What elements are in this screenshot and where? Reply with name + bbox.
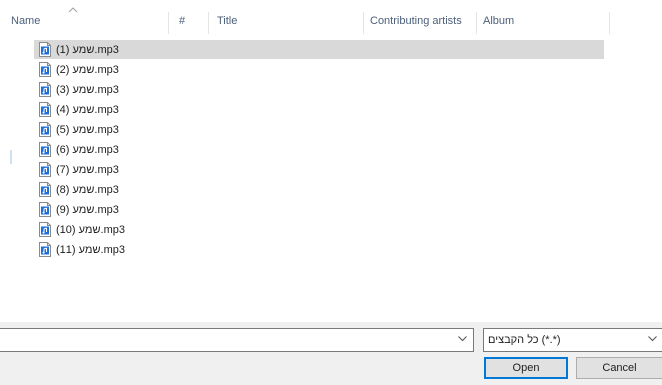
file-row[interactable]: שמע (10).mp3 [34,220,134,239]
file-name: שמע (3).mp3 [56,83,119,96]
chevron-down-icon[interactable] [648,336,657,342]
file-name-combobox[interactable] [0,328,474,352]
column-header-title[interactable]: Title [210,6,360,36]
audio-file-icon [39,162,51,177]
cancel-button[interactable]: Cancel [576,357,662,379]
file-row[interactable]: שמע (9).mp3 [34,200,134,219]
open-button[interactable]: Open [484,357,568,379]
navigation-pane-edge [10,150,12,164]
file-row[interactable]: שמע (3).mp3 [34,80,134,99]
file-name: שמע (10).mp3 [56,223,125,236]
audio-file-icon [39,182,51,197]
audio-file-icon [39,202,51,217]
column-header-contributing-artists[interactable]: Contributing artists [363,6,473,36]
audio-file-icon [39,42,51,57]
file-name: שמע (7).mp3 [56,163,119,176]
file-row[interactable]: שמע (1).mp3 [34,40,604,59]
file-name: שמע (11).mp3 [56,243,125,256]
dialog-footer: כל הקבצים (*.*) Open Cancel [0,322,662,385]
column-header-name[interactable]: Name [4,6,164,36]
file-name: שמע (4).mp3 [56,103,119,116]
column-header-album[interactable]: Album [476,6,606,36]
chevron-down-icon[interactable] [458,336,467,342]
file-name: שמע (6).mp3 [56,143,119,156]
audio-file-icon [39,62,51,77]
file-row[interactable]: שמע (4).mp3 [34,100,134,119]
column-divider[interactable] [609,12,610,34]
file-row[interactable]: שמע (6).mp3 [34,140,134,159]
file-type-filter[interactable]: כל הקבצים (*.*) [483,328,662,352]
file-type-filter-value: כל הקבצים (*.*) [488,334,561,346]
file-list-pane[interactable]: Name # Title Contributing artists Album … [0,0,662,322]
file-row[interactable]: שמע (11).mp3 [34,240,134,259]
audio-file-icon [39,122,51,137]
column-divider[interactable] [168,12,169,34]
file-name: שמע (5).mp3 [56,123,119,136]
file-row[interactable]: שמע (2).mp3 [34,60,134,79]
file-name: שמע (2).mp3 [56,63,119,76]
column-header-number[interactable]: # [172,6,202,36]
file-name-input[interactable] [0,329,440,351]
audio-file-icon [39,82,51,97]
audio-file-icon [39,222,51,237]
file-row[interactable]: שמע (7).mp3 [34,160,134,179]
file-name: שמע (8).mp3 [56,183,119,196]
file-name: שמע (9).mp3 [56,203,119,216]
column-divider[interactable] [208,12,209,34]
audio-file-icon [39,142,51,157]
file-name: שמע (1).mp3 [56,43,119,56]
audio-file-icon [39,102,51,117]
audio-file-icon [39,242,51,257]
file-row[interactable]: שמע (8).mp3 [34,180,134,199]
column-header-row: Name # Title Contributing artists Album [0,6,662,36]
file-row[interactable]: שמע (5).mp3 [34,120,134,139]
